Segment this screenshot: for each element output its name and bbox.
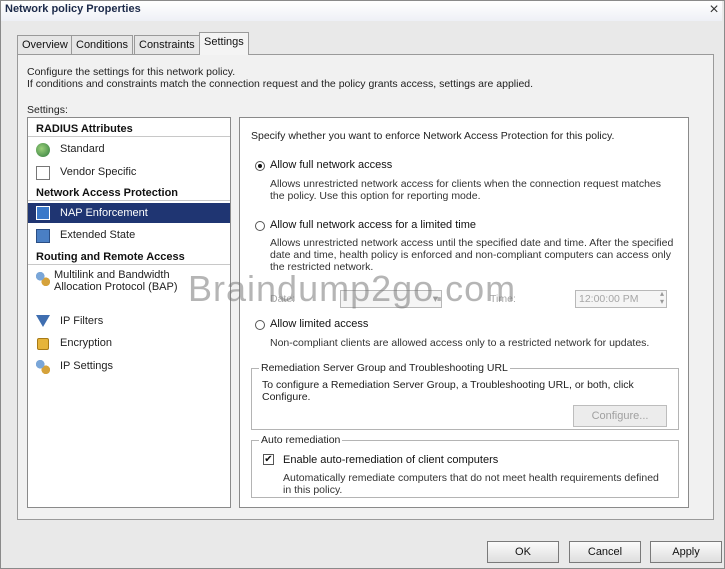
nap-heading: Specify whether you want to enforce Netw…: [251, 130, 615, 142]
section-network-access-protection: Network Access Protection: [36, 187, 179, 199]
auto-remediation-legend: Auto remediation: [259, 434, 343, 446]
sidebar-item-label: Vendor Specific: [60, 166, 137, 178]
intro-line-1: Configure the settings for this network …: [27, 66, 236, 78]
sidebar-item-label: Extended State: [60, 229, 136, 241]
desc-line: Allows unrestricted network access for c…: [270, 178, 662, 190]
network-nodes-icon: [36, 360, 50, 374]
sidebar-item-encryption[interactable]: Encryption: [36, 335, 226, 353]
section-divider: [28, 136, 230, 137]
tab-conditions[interactable]: Conditions: [71, 35, 133, 54]
time-picker[interactable]: 12:00:00 PM ▴ ▾: [575, 290, 667, 308]
section-routing-remote-access: Routing and Remote Access: [36, 251, 185, 263]
option-desc-full-access: Allows unrestricted network access for c…: [270, 178, 661, 202]
remediation-text: To configure a Remediation Server Group,…: [262, 379, 634, 403]
sidebar-item-extended-state[interactable]: Extended State: [36, 227, 226, 245]
option-label-limited-time[interactable]: Allow full network access for a limited …: [270, 219, 476, 231]
section-divider: [28, 200, 230, 201]
option-desc-limited-access: Non-compliant clients are allowed access…: [270, 337, 650, 349]
desc-line: Automatically remediate computers that d…: [283, 472, 659, 484]
cancel-button[interactable]: Cancel: [569, 541, 641, 563]
desc-line: in this policy.: [283, 484, 343, 496]
intro-line-2: If conditions and constraints match the …: [27, 78, 534, 90]
option-label-limited-access[interactable]: Allow limited access: [270, 318, 368, 330]
section-divider: [28, 264, 230, 265]
auto-remediation-label[interactable]: Enable auto-remediation of client comput…: [283, 454, 498, 466]
sidebar-item-standard[interactable]: Standard: [36, 141, 226, 159]
tab-settings[interactable]: Settings: [199, 32, 249, 55]
bap-label-line-1: Multilink and Bandwidth: [54, 269, 170, 281]
desc-line: the policy. Use this option for reportin…: [270, 190, 481, 202]
sidebar-item-nap-enforcement[interactable]: NAP Enforcement: [28, 203, 230, 223]
sidebar-item-label: NAP Enforcement: [60, 207, 148, 219]
globe-icon: [36, 143, 50, 157]
section-radius-attributes: RADIUS Attributes: [36, 123, 133, 135]
computer-shield-icon: [36, 206, 50, 220]
radio-allow-full-access[interactable]: [255, 161, 265, 171]
auto-remediation-checkbox[interactable]: ✔: [263, 454, 274, 465]
apply-button[interactable]: Apply: [650, 541, 722, 563]
sidebar-item-ip-settings[interactable]: IP Settings: [36, 358, 226, 376]
ok-button[interactable]: OK: [487, 541, 559, 563]
sidebar-item-vendor-specific[interactable]: Vendor Specific: [36, 163, 226, 181]
radio-allow-limited-access[interactable]: [255, 320, 265, 330]
sidebar-item-label: IP Settings: [60, 360, 113, 372]
watermark: Braindump2go.com: [188, 268, 517, 309]
sidebar-item-label: IP Filters: [60, 315, 104, 327]
sidebar-item-label: Standard: [60, 143, 105, 155]
time-value: 12:00:00 PM: [579, 293, 639, 305]
window-title: Network policy Properties: [5, 3, 141, 15]
intro-text: Configure the settings for this network …: [27, 66, 533, 90]
tab-constraints[interactable]: Constraints: [134, 35, 200, 54]
spinner-icon[interactable]: ▴ ▾: [660, 290, 664, 306]
bap-label-line-2: Allocation Protocol (BAP): [54, 281, 178, 293]
desc-line: date and time, health policy is enforced…: [270, 249, 671, 261]
sidebar-item-label: Multilink and Bandwidth Allocation Proto…: [54, 269, 178, 293]
remediation-legend: Remediation Server Group and Troubleshoo…: [259, 362, 510, 374]
configure-button[interactable]: Configure...: [573, 405, 667, 427]
sidebar-item-ip-filters[interactable]: IP Filters: [36, 313, 226, 331]
close-icon[interactable]: ×: [706, 1, 722, 19]
remediation-text-line: Configure.: [262, 391, 311, 403]
radio-allow-limited-time[interactable]: [255, 221, 265, 231]
option-label-full-access[interactable]: Allow full network access: [270, 159, 392, 171]
network-nodes-icon: [36, 272, 50, 286]
checklist-icon: [36, 166, 50, 180]
funnel-icon: [36, 315, 50, 327]
settings-label: Settings:: [27, 104, 68, 116]
computer-icon: [36, 229, 50, 243]
auto-remediation-desc: Automatically remediate computers that d…: [283, 472, 659, 496]
lock-icon: [37, 338, 49, 350]
tab-overview[interactable]: Overview: [17, 35, 73, 54]
sidebar-item-label: Encryption: [60, 337, 112, 349]
desc-line: Allows unrestricted network access until…: [270, 237, 674, 249]
remediation-text-line: To configure a Remediation Server Group,…: [262, 379, 634, 391]
